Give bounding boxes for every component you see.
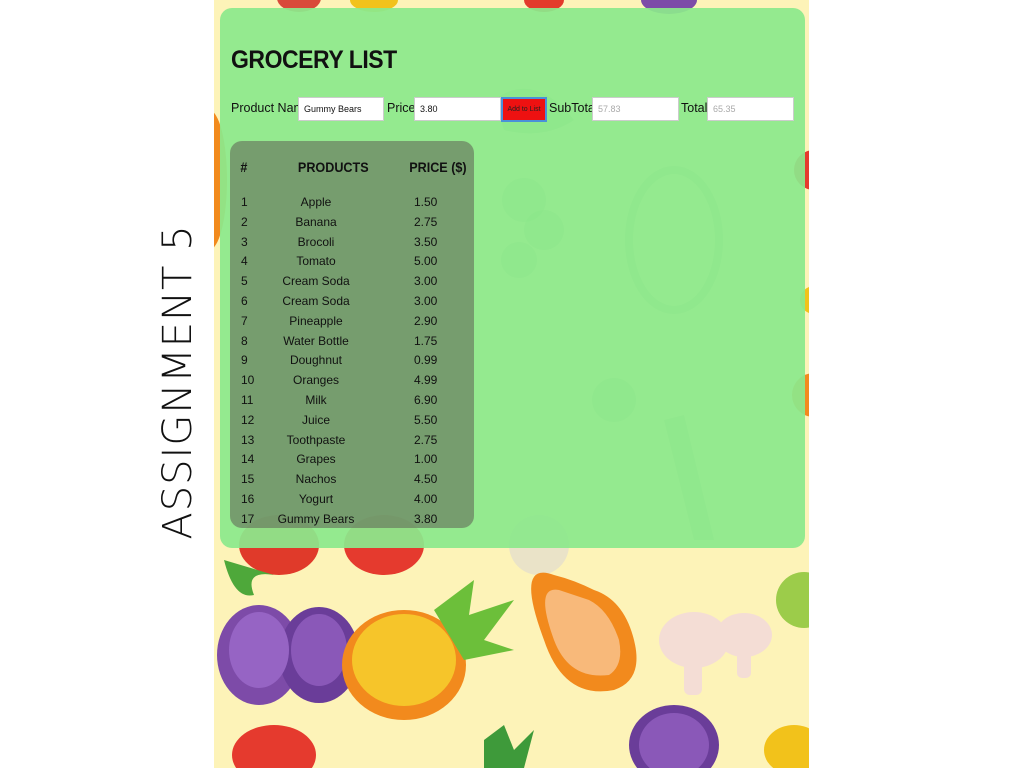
table-row: 15 Nachos 4.50 — [232, 469, 462, 489]
row-product: Oranges — [292, 373, 340, 388]
page-title: GROCERY LIST — [231, 46, 397, 74]
row-product: Gummy Bears — [277, 511, 355, 526]
row-product: Nachos — [295, 472, 337, 487]
row-product: Apple — [300, 195, 332, 209]
row-price: 4.00 — [414, 491, 438, 506]
table-row: 11 Milk 6.90 — [232, 390, 462, 410]
row-price: 5.00 — [414, 254, 438, 269]
table-row: 13 Toothpaste 2.75 — [232, 430, 462, 450]
row-price: 3.00 — [414, 293, 438, 308]
price-input[interactable] — [414, 97, 501, 121]
row-price: 1.75 — [414, 333, 438, 348]
row-product: Pineapple — [289, 313, 343, 328]
row-product: Brocoli — [297, 234, 335, 249]
row-price: 3.50 — [414, 234, 438, 249]
table-row: 10 Oranges 4.99 — [232, 370, 462, 390]
row-price: 0.99 — [414, 353, 438, 368]
table-row: 7 Pineapple 2.90 — [232, 311, 462, 331]
table-row: 9 Doughnut 0.99 — [232, 350, 462, 370]
row-price: 4.99 — [414, 373, 438, 388]
table-row: 6 Cream Soda 3.00 — [232, 291, 462, 311]
table-row: 1 Apple 1.50 — [232, 192, 462, 212]
row-price: 6.90 — [414, 392, 438, 407]
row-product: Yogurt — [298, 491, 334, 506]
row-product: Milk — [305, 392, 327, 407]
row-product: Tomato — [296, 254, 336, 269]
subtotal-field — [592, 97, 679, 121]
total-field — [707, 97, 794, 121]
row-product: Cream Soda — [282, 274, 350, 289]
table-body: 1 Apple 1.50 2 Banana 2.75 3 Brocoli 3.50 4 Tom… — [232, 192, 462, 529]
row-price: 2.75 — [414, 432, 438, 447]
row-price: 2.90 — [414, 313, 438, 328]
row-product: Juice — [301, 412, 330, 427]
table-row: 14 Grapes 1.00 — [232, 449, 462, 469]
row-price: 5.50 — [414, 412, 438, 427]
table-row: 8 Water Bottle 1.75 — [232, 331, 462, 351]
row-price: 1.50 — [414, 195, 438, 209]
row-product: Water Bottle — [283, 333, 349, 348]
row-product: Doughnut — [289, 353, 343, 368]
table-row: 2 Banana 2.75 — [232, 212, 462, 232]
row-price: 3.00 — [414, 274, 438, 289]
row-product: Banana — [295, 214, 337, 229]
row-product: Toothpaste — [286, 432, 346, 447]
row-price: 3.80 — [414, 511, 438, 526]
row-product: Grapes — [296, 452, 336, 467]
column-header-price: PRICE ($) — [409, 159, 467, 175]
slide-caption: ASSIGNMENT 5 — [155, 224, 201, 540]
grocery-app-panel: GROCERY LIST Product Name: Price: Add to… — [220, 8, 805, 548]
column-header-products: PRODUCTS — [297, 159, 369, 175]
row-price: 4.50 — [414, 472, 438, 487]
column-header-number: # — [240, 159, 248, 175]
table-row: 4 Tomato 5.00 — [232, 251, 462, 271]
table-row: 5 Cream Soda 3.00 — [232, 271, 462, 291]
table-row: 16 Yogurt 4.00 — [232, 489, 462, 509]
table-row: 17 Gummy Bears 3.80 — [232, 509, 462, 529]
row-price: 1.00 — [414, 452, 438, 467]
row-product: Cream Soda — [282, 293, 350, 308]
table-row: 3 Brocoli 3.50 — [232, 232, 462, 252]
row-price: 2.75 — [414, 214, 438, 229]
table-row: 12 Juice 5.50 — [232, 410, 462, 430]
add-to-list-button[interactable]: Add to List — [501, 97, 547, 122]
product-name-input[interactable] — [298, 97, 384, 121]
